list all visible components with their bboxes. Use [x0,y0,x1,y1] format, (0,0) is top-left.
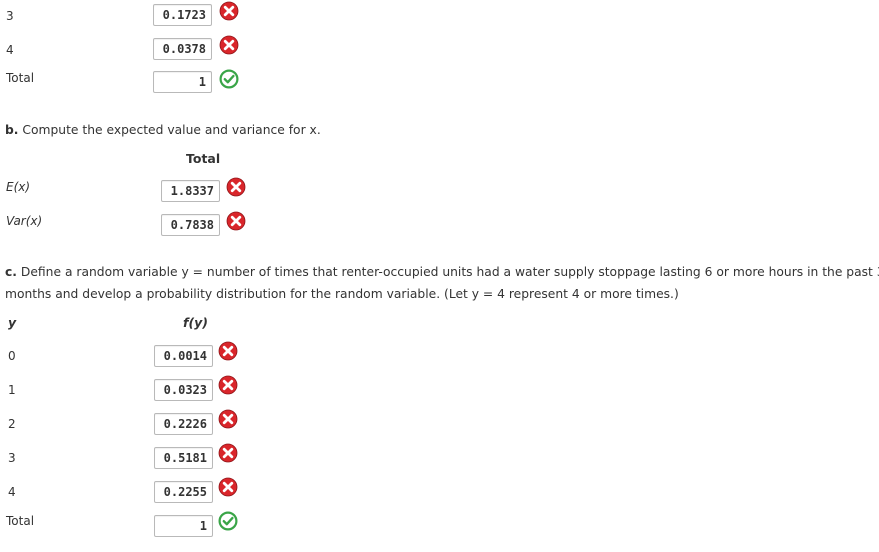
fy-answer-input[interactable]: 0.5181 [154,447,213,469]
y-value-label: 2 [8,417,16,431]
part-b-prompt: b. Compute the expected value and varian… [5,119,321,141]
part-c-letter: c. [5,265,17,279]
x-circle-icon [219,35,239,55]
part-a-row-label: 3 [6,9,14,23]
part-c-prompt-line-2: months and develop a probability distrib… [5,287,679,301]
fy-answer-input[interactable]: 0.0014 [154,345,213,367]
part-b-prompt-text: Compute the expected value and variance … [22,123,321,137]
check-circle-icon [218,511,238,531]
y-value-label: 0 [8,349,16,363]
x-circle-icon [219,1,239,21]
x-circle-icon [218,443,238,463]
part-a-answer-input[interactable]: 0.0378 [153,38,212,60]
column-header-fy: f(y) [183,315,209,330]
x-circle-icon [218,477,238,497]
y-value-label: 4 [8,485,16,499]
part-c-prompt-text: Define a random variable y = number of t… [20,265,879,279]
y-value-label: 1 [8,383,16,397]
part-b-column-header: Total [186,151,221,166]
x-circle-icon [218,341,238,361]
check-circle-icon [219,69,239,89]
total-label: Total [6,514,35,528]
part-c-prompt-line-1: c. Define a random variable y = number o… [5,261,879,283]
expected-value-label: E(x) [6,180,31,194]
part-a-total-input[interactable]: 1 [153,71,212,93]
part-b-letter: b. [5,123,19,137]
y-value-label: 3 [8,451,16,465]
expected-value-input[interactable]: 1.8337 [161,180,220,202]
fy-answer-input[interactable]: 0.2255 [154,481,213,503]
x-circle-icon [218,375,238,395]
part-a-row-label: 4 [6,43,14,57]
variance-input[interactable]: 0.7838 [161,214,220,236]
fy-answer-input[interactable]: 0.0323 [154,379,213,401]
variance-label: Var(x) [6,214,43,228]
column-header-y: y [8,315,17,330]
part-a-answer-input[interactable]: 0.1723 [153,4,212,26]
x-circle-icon [226,211,246,231]
fy-total-input[interactable]: 1 [154,515,213,537]
x-circle-icon [218,409,238,429]
x-circle-icon [226,177,246,197]
fy-answer-input[interactable]: 0.2226 [154,413,213,435]
part-a-total-label: Total [6,71,35,85]
